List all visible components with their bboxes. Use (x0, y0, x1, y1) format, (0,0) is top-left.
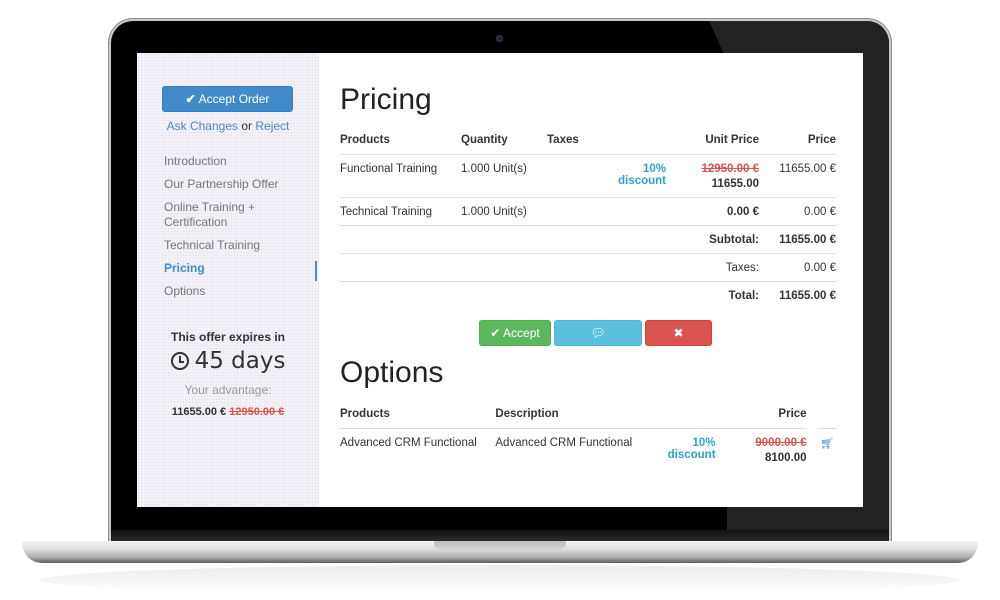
feedback-button[interactable]: 💬︎ Feedback (554, 320, 642, 364)
expiry-countdown: 45 days (137, 348, 319, 374)
header-price: Price (737, 403, 807, 429)
header-taxes: Taxes (547, 127, 601, 155)
header-price: Price (759, 127, 836, 155)
accept-order-button[interactable]: ✔ Accept Order (162, 86, 293, 112)
sidebar-item-technical-training[interactable]: Technical Training (164, 238, 314, 253)
header-discount (642, 403, 738, 429)
sidebar-nav: Introduction Our Partnership Offer Onlin… (164, 154, 314, 307)
laptop-reflection (40, 565, 960, 595)
cart-icon: 🛒︎ (820, 438, 835, 450)
camera-icon (496, 35, 503, 42)
subtotal-label: Subtotal: (694, 225, 759, 254)
option-product: Advanced CRM Functional (340, 437, 477, 449)
taxes-value: 0.00 € (759, 253, 836, 282)
check-icon: ✔ (490, 326, 501, 340)
table-row: Technical Training 1.000 Unit(s) 0.00 € … (340, 197, 836, 226)
action-buttons: ✔ Accept 💬︎ Feedback ✖ Reject (479, 320, 712, 364)
option-price-original: 9000.00 € (755, 437, 807, 449)
sidebar-item-partnership-offer[interactable]: Our Partnership Offer (164, 177, 314, 192)
reject-button[interactable]: ✖ Reject (645, 320, 712, 364)
total-label: Total: (728, 290, 759, 302)
ask-changes-link[interactable]: Ask Changes (167, 119, 238, 133)
product-name: Technical Training (340, 197, 461, 226)
screen: ✔ Accept Order Ask Changes or Reject Intr… (137, 53, 863, 507)
header-products: Products (340, 403, 496, 429)
unit-price-original: 12950.00 € (701, 163, 759, 175)
option-description: Advanced CRM Functional (495, 437, 633, 449)
header-products: Products (340, 127, 461, 155)
sidebar-item-introduction[interactable]: Introduction (164, 154, 314, 169)
product-taxes (547, 197, 601, 226)
header-quantity: Quantity (461, 127, 547, 155)
expiry-label: This offer expires in (170, 330, 286, 344)
comment-icon: 💬︎ (590, 326, 606, 340)
product-quantity: 1.000 Unit(s) (461, 154, 547, 198)
unit-price-discounted: 11655.00 (711, 178, 759, 190)
options-title: Options (340, 356, 444, 389)
advantage-original-price: 12950.00 € (229, 406, 285, 418)
header-unit-price: Unit Price (694, 127, 759, 155)
line-price: 11655.00 € (759, 154, 836, 198)
header-cart (817, 403, 837, 429)
laptop-notch (434, 541, 566, 551)
pricing-table: Products Quantity Taxes Unit Price Price… (340, 127, 836, 309)
taxes-row: Taxes: 0.00 € (340, 253, 836, 282)
close-icon: ✖ (673, 326, 684, 340)
sidebar: ✔ Accept Order Ask Changes or Reject Intr… (137, 53, 319, 507)
advantage-price: 11655.00 € (171, 406, 227, 418)
discount-badge: 10% discount (601, 154, 694, 198)
reject-link[interactable]: Reject (255, 119, 289, 133)
accept-order-label: Accept Order (198, 92, 270, 106)
product-taxes (547, 154, 601, 198)
table-row: Advanced CRM Functional Advanced CRM Fun… (340, 429, 837, 471)
expiry-value: 45 days (194, 348, 286, 374)
header-description: Description (495, 403, 643, 429)
pricing-header-row: Products Quantity Taxes Unit Price Price (340, 127, 836, 155)
taxes-label: Taxes: (694, 253, 759, 282)
advantage-prices: 11655.00 € 12950.00 € (137, 406, 319, 418)
unit-price-cell: 12950.00 € 11655.00 (694, 154, 759, 198)
table-row: Functional Training 1.000 Unit(s) 10% di… (340, 154, 836, 198)
pricing-title: Pricing (340, 83, 432, 116)
accept-label: Accept (503, 326, 540, 340)
header-discount (601, 127, 694, 155)
advantage-label: Your advantage: (184, 383, 272, 397)
option-price-cell: 9000.00 € 8100.00 (738, 429, 807, 471)
unit-price: 0.00 € (694, 197, 759, 226)
sidebar-item-options[interactable]: Options (164, 284, 314, 299)
product-name: Functional Training (340, 154, 461, 198)
reject-label: Reject (661, 350, 696, 364)
line-price: 0.00 € (759, 197, 836, 226)
total-value: 11655.00 € (779, 290, 836, 302)
or-text: or (241, 119, 253, 133)
option-price-discounted: 8100.00 (764, 452, 807, 464)
options-header-row: Products Description Price (340, 403, 837, 429)
subtotal-value: 11655.00 € (759, 225, 836, 254)
total-row: Total: 11655.00 € (340, 282, 836, 310)
discount-badge (601, 197, 694, 226)
ask-changes-line: Ask Changes or Reject (137, 119, 319, 133)
feedback-label: Feedback (571, 350, 625, 364)
active-nav-indicator (315, 261, 317, 281)
sidebar-item-pricing[interactable]: Pricing (164, 261, 314, 276)
offer-expiry: This offer expires in 45 days Your advan… (137, 330, 319, 418)
options-table: Products Description Price Advanced CRM … (340, 403, 837, 470)
accept-button[interactable]: ✔ Accept (479, 320, 551, 346)
sidebar-item-online-training[interactable]: Online Training + Certification (164, 200, 314, 230)
subtotal-row: Subtotal: 11655.00 € (340, 225, 836, 254)
check-icon: ✔ (185, 92, 196, 106)
laptop-hinge (111, 530, 889, 541)
clock-icon (170, 352, 189, 370)
discount-badge: 10% discount (667, 437, 716, 461)
add-to-cart-button[interactable]: 🛒︎ (817, 429, 837, 471)
product-quantity: 1.000 Unit(s) (461, 197, 547, 226)
